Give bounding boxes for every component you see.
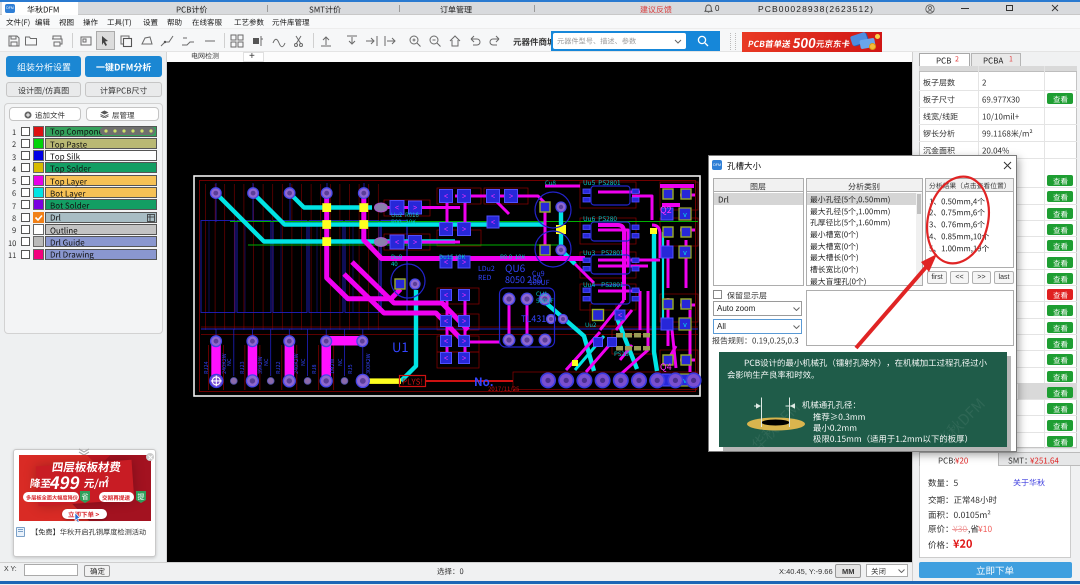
svg-text:<: <	[444, 339, 448, 346]
svg-text:v: v	[683, 212, 687, 219]
svg-text:<: <	[618, 313, 622, 320]
svg-text:省: 省	[82, 492, 89, 501]
svg-text:<: <	[444, 227, 448, 234]
svg-text:>: >	[413, 240, 417, 247]
svg-text:<: <	[395, 205, 399, 212]
svg-text:<: <	[444, 194, 448, 201]
svg-text:>: >	[462, 194, 466, 201]
svg-text:>: >	[413, 205, 417, 212]
svg-text:>: >	[509, 194, 513, 201]
svg-text:<: <	[444, 260, 448, 267]
svg-text:>: >	[462, 293, 466, 300]
svg-text:>: >	[462, 339, 466, 346]
svg-text:<: <	[491, 220, 495, 227]
svg-text:>: >	[462, 319, 466, 326]
svg-text:>: >	[462, 260, 466, 267]
svg-text:<: <	[395, 240, 399, 247]
svg-text:<: <	[491, 194, 495, 201]
svg-text:>: >	[462, 227, 466, 234]
svg-text:v: v	[683, 322, 687, 329]
svg-text:<: <	[444, 293, 448, 300]
svg-text:>: >	[462, 356, 466, 363]
svg-text:<: <	[444, 319, 448, 326]
svg-text:<: <	[444, 356, 448, 363]
svg-text:v: v	[683, 250, 687, 257]
svg-text:提: 提	[138, 492, 145, 501]
